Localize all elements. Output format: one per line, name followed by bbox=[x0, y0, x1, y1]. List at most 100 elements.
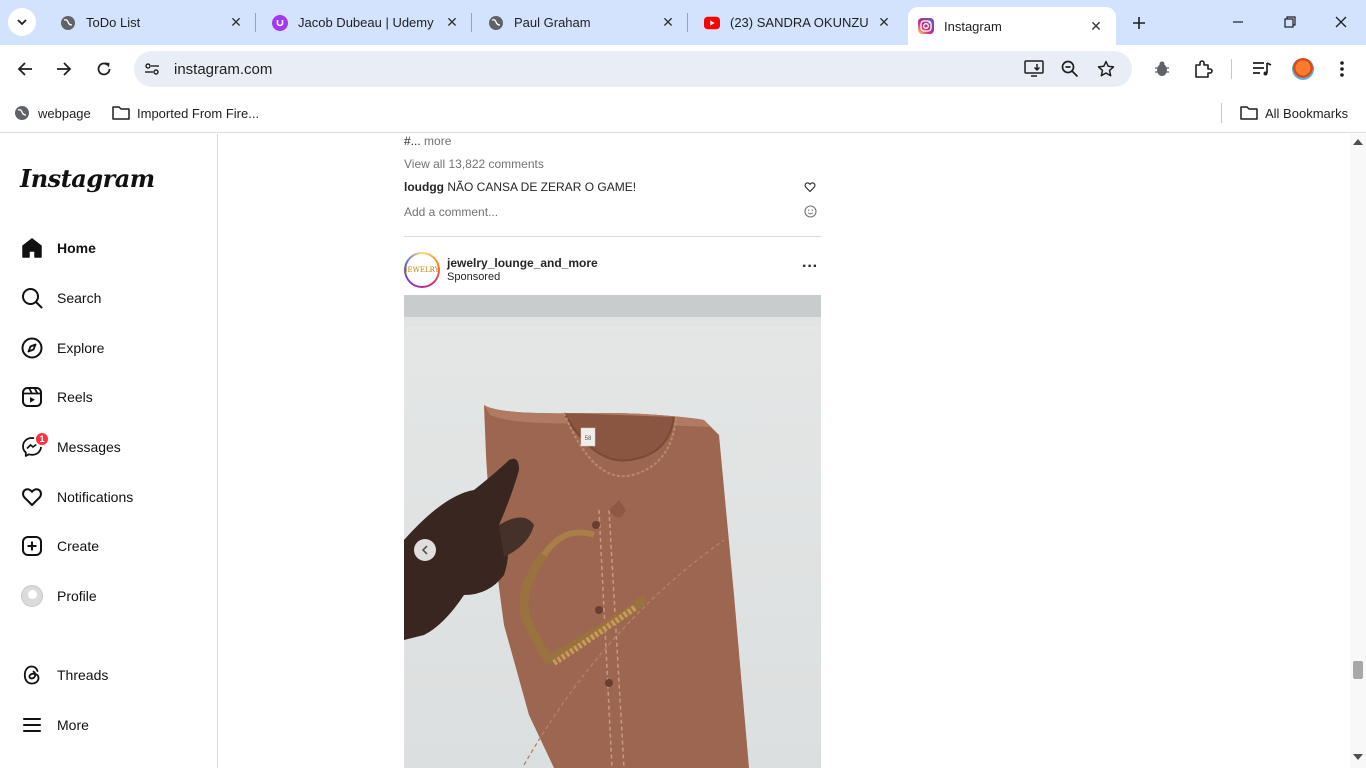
plus-square-icon bbox=[20, 534, 44, 558]
nav-profile[interactable]: Profile bbox=[20, 583, 97, 609]
bookmark-label: webpage bbox=[38, 105, 91, 121]
comment-text: NÃO CANSA DE ZERAR O GAME! bbox=[447, 180, 637, 194]
instagram-sidebar: Instagram Home Search Explore Reels 1 Me… bbox=[0, 134, 218, 768]
nav-reels[interactable]: Reels bbox=[20, 384, 93, 410]
globe-icon bbox=[488, 15, 504, 31]
post-divider bbox=[404, 236, 821, 237]
scroll-up-arrow-icon[interactable] bbox=[1353, 139, 1363, 145]
size-tag-label: 58 bbox=[585, 436, 592, 442]
tab-instagram[interactable]: Instagram ✕ bbox=[908, 7, 1116, 45]
nav-label: Explore bbox=[57, 340, 105, 356]
garment-photo: 58 bbox=[404, 295, 821, 768]
more-link[interactable]: more bbox=[424, 134, 451, 148]
site-settings-icon[interactable] bbox=[142, 59, 162, 79]
back-button[interactable] bbox=[13, 57, 37, 81]
folder-icon bbox=[112, 104, 130, 122]
view-all-comments-link[interactable]: View all 13,822 comments bbox=[404, 157, 544, 171]
avatar-logo-text: JEWELRY bbox=[405, 254, 439, 286]
tab-paul-graham[interactable]: Paul Graham ✕ bbox=[472, 0, 688, 45]
new-tab-button[interactable] bbox=[1128, 12, 1150, 34]
instagram-logo[interactable]: Instagram bbox=[20, 164, 155, 193]
heart-icon bbox=[20, 485, 44, 509]
extensions-puzzle-icon[interactable] bbox=[1192, 58, 1214, 80]
messenger-icon: 1 bbox=[20, 431, 50, 459]
emoji-icon[interactable] bbox=[804, 205, 818, 219]
post-options-icon[interactable]: ··· bbox=[802, 259, 818, 278]
caption-more[interactable]: #... more bbox=[404, 134, 451, 148]
media-control-icon[interactable] bbox=[1251, 58, 1273, 80]
nav-label: Threads bbox=[57, 667, 109, 683]
profile-avatar-icon[interactable] bbox=[1292, 58, 1314, 80]
nav-label: Create bbox=[57, 538, 100, 554]
close-icon bbox=[1335, 16, 1347, 28]
sponsored-label: Sponsored bbox=[447, 271, 501, 283]
tab-search-button[interactable] bbox=[8, 8, 36, 36]
nav-label: Profile bbox=[57, 588, 97, 604]
close-icon[interactable]: ✕ bbox=[658, 13, 678, 33]
all-bookmarks-label: All Bookmarks bbox=[1265, 105, 1349, 121]
nav-label: Search bbox=[57, 290, 102, 306]
tab-youtube[interactable]: (23) SANDRA OKUNZU ✕ bbox=[688, 0, 904, 45]
page-scrollbar[interactable] bbox=[1350, 134, 1366, 768]
globe-icon bbox=[60, 15, 76, 31]
restore-button[interactable] bbox=[1278, 10, 1302, 34]
nav-more[interactable]: More bbox=[20, 712, 89, 738]
nav-search[interactable]: Search bbox=[20, 285, 101, 311]
arrow-left-icon bbox=[17, 62, 32, 76]
all-bookmarks-button[interactable]: All Bookmarks bbox=[1240, 102, 1348, 124]
globe-icon bbox=[13, 104, 31, 122]
close-icon[interactable]: ✕ bbox=[226, 13, 246, 33]
forward-button[interactable] bbox=[52, 57, 76, 81]
tab-todo-list[interactable]: ToDo List ✕ bbox=[44, 0, 256, 45]
nav-label: More bbox=[57, 717, 89, 733]
caption-tail: #... bbox=[404, 134, 421, 148]
like-comment-heart-icon[interactable] bbox=[804, 180, 818, 194]
bookmark-star-icon[interactable] bbox=[1096, 59, 1116, 79]
nav-label: Notifications bbox=[57, 489, 134, 505]
notification-badge: 1 bbox=[34, 431, 50, 447]
instagram-feed: #... more View all 13,822 comments loudg… bbox=[404, 134, 821, 768]
post-author-avatar[interactable]: JEWELRY bbox=[404, 252, 440, 288]
add-comment-input[interactable]: Add a comment... bbox=[404, 205, 498, 219]
scrollbar-thumb[interactable] bbox=[1353, 661, 1363, 679]
install-app-icon[interactable] bbox=[1024, 59, 1044, 79]
address-bar[interactable]: instagram.com bbox=[134, 51, 1132, 87]
tab-title: Jacob Dubeau | Udemy bbox=[298, 15, 434, 30]
reload-icon bbox=[97, 62, 111, 76]
folder-icon bbox=[1240, 104, 1258, 122]
close-icon[interactable]: ✕ bbox=[1086, 16, 1106, 36]
carousel-prev-button[interactable] bbox=[414, 539, 436, 561]
plus-icon bbox=[1133, 17, 1145, 29]
reload-button[interactable] bbox=[92, 57, 116, 81]
browser-menu-icon[interactable] bbox=[1331, 58, 1353, 80]
arrow-right-icon bbox=[57, 62, 72, 76]
nav-messages[interactable]: 1 Messages bbox=[20, 431, 121, 460]
restore-icon bbox=[1284, 16, 1296, 28]
post-username[interactable]: jewelry_lounge_and_more bbox=[447, 256, 598, 270]
bug-extension-icon[interactable] bbox=[1151, 58, 1173, 80]
minimize-button[interactable] bbox=[1226, 10, 1250, 34]
avatar-icon bbox=[20, 584, 44, 608]
close-icon[interactable]: ✕ bbox=[874, 13, 894, 33]
nav-create[interactable]: Create bbox=[20, 533, 99, 559]
nav-explore[interactable]: Explore bbox=[20, 335, 104, 361]
bookmark-webpage[interactable]: webpage bbox=[13, 102, 91, 124]
nav-notifications[interactable]: Notifications bbox=[20, 484, 133, 510]
bookmark-imported-folder[interactable]: Imported From Fire... bbox=[112, 102, 259, 124]
post-image[interactable]: 58 bbox=[404, 295, 821, 768]
comment-username[interactable]: loudgg bbox=[404, 180, 444, 194]
threads-icon bbox=[20, 663, 44, 687]
close-icon[interactable]: ✕ bbox=[442, 13, 462, 33]
tab-udemy[interactable]: Jacob Dubeau | Udemy ✕ bbox=[256, 0, 472, 45]
close-window-button[interactable] bbox=[1329, 10, 1353, 34]
bookmark-label: Imported From Fire... bbox=[137, 105, 260, 121]
chevron-down-icon bbox=[17, 19, 27, 26]
nav-label: Home bbox=[57, 240, 96, 256]
search-icon bbox=[20, 286, 44, 310]
tab-title: Paul Graham bbox=[514, 15, 591, 30]
zoom-icon[interactable] bbox=[1060, 59, 1080, 79]
nav-home[interactable]: Home bbox=[20, 235, 96, 261]
url-text[interactable]: instagram.com bbox=[174, 61, 272, 78]
scroll-down-arrow-icon[interactable] bbox=[1353, 754, 1363, 760]
nav-threads[interactable]: Threads bbox=[20, 662, 108, 688]
